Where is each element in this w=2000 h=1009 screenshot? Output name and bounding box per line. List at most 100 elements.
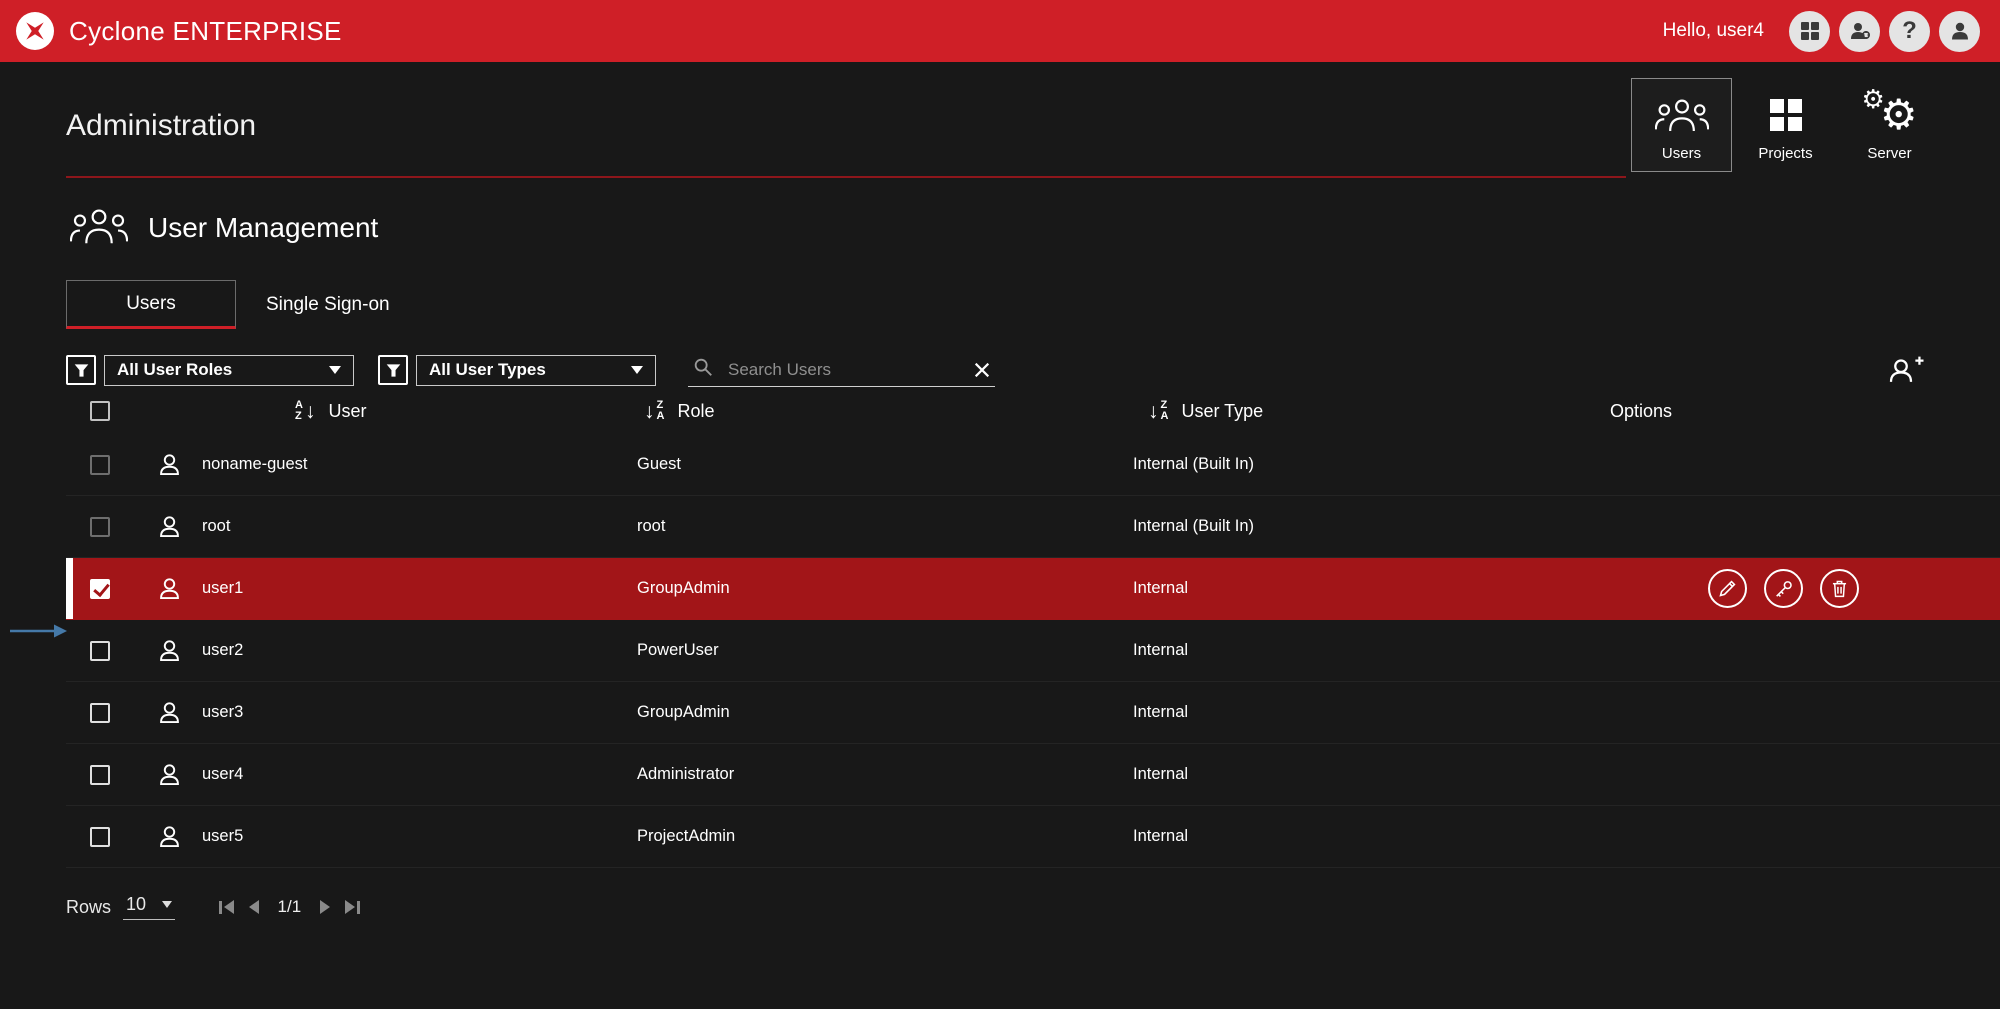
- previous-page-button[interactable]: [249, 900, 259, 914]
- row-checkbox[interactable]: [90, 703, 110, 723]
- admin-tab-label: Users: [1662, 145, 1701, 162]
- user-avatar-icon: [156, 513, 183, 540]
- user-name: root: [202, 517, 230, 536]
- sort-role-icon[interactable]: ↓ Z A: [644, 400, 664, 422]
- column-header-role[interactable]: Role: [677, 401, 714, 422]
- table-row[interactable]: user4 Administrator Internal: [66, 744, 2000, 806]
- chevron-down-icon: [329, 366, 341, 374]
- select-all-checkbox[interactable]: [90, 401, 110, 421]
- user-type: Internal (Built In): [1133, 517, 1610, 536]
- add-user-button[interactable]: [1887, 352, 1925, 388]
- table-body: noname-guest Guest Internal (Built In) r…: [66, 434, 2000, 868]
- sort-user-icon[interactable]: A Z ↓: [295, 400, 315, 422]
- row-actions: [1610, 569, 1859, 608]
- server-gears-icon: ⚙⚙: [1862, 92, 1918, 138]
- type-filter-icon[interactable]: [378, 355, 408, 385]
- user-name: user2: [202, 641, 243, 660]
- table-row[interactable]: user1 GroupAdmin Internal: [66, 558, 2000, 620]
- user-name: user1: [202, 579, 243, 598]
- column-header-user[interactable]: User: [328, 401, 366, 422]
- sort-arrow-icon: ↓: [1148, 401, 1159, 422]
- annotation-arrow: [10, 623, 68, 644]
- user-settings-icon[interactable]: [1839, 11, 1880, 52]
- first-page-button[interactable]: [219, 900, 234, 914]
- chevron-down-icon: [631, 366, 643, 374]
- page-indicator: 1/1: [278, 897, 302, 917]
- admin-nav: Users Projects ⚙⚙ Server: [1631, 78, 1940, 172]
- projects-grid-icon: [1766, 92, 1806, 138]
- help-icon[interactable]: ?: [1889, 11, 1930, 52]
- user-role: Administrator: [637, 765, 1133, 784]
- reset-password-button[interactable]: [1764, 569, 1803, 608]
- table-footer: Rows 10 1/1: [66, 894, 2000, 920]
- last-page-button[interactable]: [345, 900, 360, 914]
- column-header-type[interactable]: User Type: [1181, 401, 1263, 422]
- row-checkbox[interactable]: [90, 641, 110, 661]
- user-type: Internal: [1133, 579, 1610, 598]
- section-divider: [66, 176, 1626, 178]
- filter-bar: All User Roles All User Types: [66, 352, 1940, 388]
- rows-label: Rows: [66, 897, 111, 918]
- top-bar: Cyclone ENTERPRISE Hello, user4 ?: [0, 0, 2000, 62]
- tab-users[interactable]: Users: [66, 280, 236, 329]
- table-row[interactable]: root root Internal (Built In): [66, 496, 2000, 558]
- table-row[interactable]: user2 PowerUser Internal: [66, 620, 2000, 682]
- type-filter-value: All User Types: [429, 360, 546, 380]
- column-header-options: Options: [1610, 401, 1672, 422]
- user-role: Guest: [637, 455, 1133, 474]
- row-checkbox[interactable]: [90, 827, 110, 847]
- admin-tab-server[interactable]: ⚙⚙ Server: [1839, 78, 1940, 172]
- tab-single-sign-on[interactable]: Single Sign-on: [236, 280, 420, 329]
- admin-tab-users[interactable]: Users: [1631, 78, 1732, 172]
- table-header: A Z ↓ User ↓ Z A Role: [66, 388, 2000, 434]
- delete-user-button[interactable]: [1820, 569, 1859, 608]
- sort-arrow-icon: ↓: [644, 401, 655, 422]
- edit-user-button[interactable]: [1708, 569, 1747, 608]
- role-filter-icon[interactable]: [66, 355, 96, 385]
- row-checkbox[interactable]: [90, 517, 110, 537]
- type-filter-select[interactable]: All User Types: [416, 355, 656, 386]
- user-name: user3: [202, 703, 243, 722]
- sort-type-icon[interactable]: ↓ Z A: [1148, 400, 1168, 422]
- user-type: Internal: [1133, 827, 1610, 846]
- search-field: [688, 353, 995, 387]
- administration-header: Administration Users: [66, 62, 1940, 178]
- users-table: A Z ↓ User ↓ Z A Role: [66, 388, 2000, 868]
- rows-per-page-value: 10: [126, 894, 146, 915]
- admin-tab-label: Server: [1867, 145, 1911, 162]
- row-checkbox[interactable]: [90, 579, 110, 599]
- user-role: ProjectAdmin: [637, 827, 1133, 846]
- chevron-down-icon: [162, 901, 172, 908]
- clear-search-icon[interactable]: [973, 361, 991, 379]
- account-icon[interactable]: [1939, 11, 1980, 52]
- row-checkbox[interactable]: [90, 765, 110, 785]
- row-checkbox[interactable]: [90, 455, 110, 475]
- admin-tab-label: Projects: [1758, 145, 1812, 162]
- admin-tab-projects[interactable]: Projects: [1735, 78, 1836, 172]
- section-title: User Management: [148, 212, 378, 244]
- user-avatar-icon: [156, 637, 183, 664]
- rows-per-page-select[interactable]: 10: [123, 894, 175, 920]
- apps-grid-icon[interactable]: [1789, 11, 1830, 52]
- users-group-icon: [1655, 92, 1709, 138]
- search-input[interactable]: [726, 359, 961, 381]
- user-management-tabs: Users Single Sign-on: [66, 280, 2000, 329]
- user-name: noname-guest: [202, 455, 308, 474]
- user-name: user4: [202, 765, 243, 784]
- sort-arrow-icon: ↓: [305, 401, 316, 422]
- next-page-button[interactable]: [320, 900, 330, 914]
- role-filter-select[interactable]: All User Roles: [104, 355, 354, 386]
- user-name: user5: [202, 827, 243, 846]
- table-row[interactable]: user5 ProjectAdmin Internal: [66, 806, 2000, 868]
- user-management-icon: [70, 206, 128, 251]
- cyclone-logo-icon: [16, 12, 54, 50]
- role-filter-value: All User Roles: [117, 360, 232, 380]
- user-management-header: User Management: [70, 202, 2000, 254]
- user-avatar-icon: [156, 699, 183, 726]
- user-type: Internal: [1133, 765, 1610, 784]
- table-row[interactable]: noname-guest Guest Internal (Built In): [66, 434, 2000, 496]
- user-role: root: [637, 517, 1133, 536]
- user-greeting: Hello, user4: [1663, 20, 1764, 42]
- table-row[interactable]: user3 GroupAdmin Internal: [66, 682, 2000, 744]
- user-avatar-icon: [156, 823, 183, 850]
